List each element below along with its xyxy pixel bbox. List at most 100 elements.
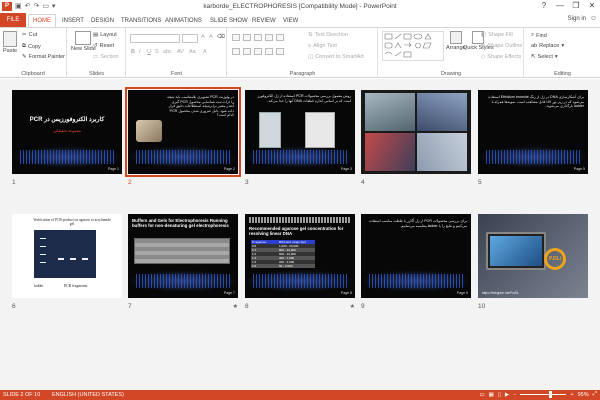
slide-number: 7 — [128, 303, 132, 310]
slide-thumbnail-8[interactable]: Recommended agarose gel concentration fo… — [245, 214, 355, 310]
tab-home[interactable]: HOME — [28, 14, 56, 27]
align-text-button[interactable]: ≡ Align Text — [308, 43, 337, 49]
ladder-label: ladder — [34, 284, 44, 288]
fit-slide-icon[interactable]: ⤢ — [593, 391, 597, 398]
reset-button[interactable]: ↺ Reset — [93, 43, 114, 49]
grow-font-button[interactable]: A — [201, 34, 205, 40]
sign-in-link[interactable]: Sign in — [568, 16, 586, 22]
change-case-button[interactable]: Aa — [189, 49, 196, 55]
slide-thumbnail-4[interactable]: 4 — [361, 90, 471, 186]
drawing-group-label: Drawing — [440, 71, 462, 77]
font-color-button[interactable]: A — [203, 49, 207, 55]
effects-icon: ◇ — [481, 54, 486, 60]
hand-pipette-image — [136, 120, 162, 142]
smiley-feedback-icon[interactable]: ☺ — [590, 15, 597, 22]
slide-thumbnail-5[interactable]: برای آشکارسازی DNA در ژل از رنگ Ethidium… — [478, 90, 588, 186]
strikethrough-button[interactable]: S — [155, 49, 159, 55]
slide-10-preview: P.DLi https://telegram.me/ProDL — [478, 214, 588, 298]
copy-button[interactable]: ⧉ Copy — [22, 43, 41, 50]
slide-thumbnail-7[interactable]: Buffers and Gels for Electrophoresis Run… — [128, 214, 238, 310]
new-slide-icon — [75, 31, 92, 45]
shape-outline-button[interactable]: ✎ Shape Outline — [481, 43, 522, 49]
clear-formatting-icon[interactable]: ⌫ — [217, 34, 225, 40]
bold-button[interactable]: B — [131, 49, 135, 55]
minimize-button[interactable]: — — [554, 1, 566, 10]
slide-1-preview: کاربرد الکتروفورزیس در PCR مجموعه تحقیقا… — [12, 90, 122, 174]
window-title: karborde_ELECTROPHORESIS [Compatibility … — [203, 3, 397, 10]
zoom-slider[interactable] — [520, 391, 567, 398]
zoom-level[interactable]: 95% — [578, 392, 589, 398]
slide-thumbnail-1[interactable]: کاربرد الکتروفورزیس در PCR مجموعه تحقیقا… — [12, 90, 122, 186]
alignment-buttons[interactable] — [232, 48, 285, 55]
underline-button[interactable]: U — [147, 49, 151, 55]
format-painter-button[interactable]: ✎ Format Painter — [22, 54, 65, 60]
shape-fill-button[interactable]: ◧ Shape Fill — [481, 32, 513, 38]
font-size-combo[interactable] — [182, 34, 198, 43]
layout-icon: ▤ — [93, 32, 99, 38]
font-group-label: Font — [170, 71, 182, 77]
slide-thumbnail-6[interactable]: Verification of PCR product on agarose o… — [12, 214, 122, 310]
replace-button[interactable]: ab Replace ▾ — [531, 43, 564, 49]
language-indicator[interactable]: ENGLISH (UNITED STATES) — [52, 392, 124, 398]
tab-transitions[interactable]: TRANSITIONS — [121, 15, 161, 27]
tab-slide-show[interactable]: SLIDE SHOW — [210, 15, 248, 27]
search-icon: ⌕ — [531, 32, 535, 38]
line-spacing-icon — [276, 34, 284, 41]
bullets-icon — [232, 34, 240, 41]
tab-review[interactable]: REVIEW — [252, 15, 276, 27]
character-spacing-button[interactable]: AV — [177, 49, 184, 55]
slide-page-label: Page 2 — [223, 167, 235, 171]
paragraph-group: ⇅ Text Direction ≡ Align Text ◫ Convert to … — [228, 28, 378, 78]
slide-1-title: کاربرد الکتروفورزیس در PCR — [29, 117, 105, 123]
help-button[interactable]: ? — [538, 1, 550, 10]
paragraph-list-buttons[interactable] — [232, 34, 285, 41]
shrink-font-button[interactable]: A — [209, 34, 213, 40]
slide-3-preview: روش معمول بررسی محصولات PCR استفاده از ژ… — [245, 90, 355, 174]
find-button[interactable]: ⌕ Find — [531, 32, 547, 39]
shape-effects-button[interactable]: ◇ Shape Effects — [481, 54, 521, 60]
gel-image — [34, 230, 96, 278]
tab-view[interactable]: VIEW — [283, 15, 298, 27]
close-button[interactable]: ✕ — [586, 1, 598, 10]
layout-button[interactable]: ▤ Layout — [93, 32, 117, 38]
section-icon: ▭ — [93, 54, 99, 60]
normal-view-icon[interactable]: ▭ — [479, 392, 484, 398]
reading-view-icon[interactable]: ▯ — [498, 392, 501, 398]
slide-thumbnail-2[interactable]: در ولوژنت PCR تصویری بلامتناسب باید نتیج… — [125, 87, 241, 186]
slide-thumbnail-10[interactable]: P.DLi https://telegram.me/ProDL 10 — [478, 214, 588, 310]
restore-button[interactable]: ❐ — [570, 1, 582, 10]
section-button[interactable]: ▭ Section — [93, 54, 119, 60]
reset-icon: ↺ — [93, 43, 98, 49]
text-direction-button[interactable]: ⇅ Text Direction — [308, 32, 348, 38]
tab-file[interactable]: FILE — [0, 13, 26, 27]
slide-number: 3 — [245, 179, 249, 186]
slide-number: 10 — [478, 303, 486, 310]
copy-icon: ⧉ — [22, 43, 26, 49]
slide-2-preview: در ولوژنت PCR تصویری بلامتناسب باید نتیج… — [125, 87, 241, 177]
tab-design[interactable]: DESIGN — [91, 15, 114, 27]
tab-animations[interactable]: ANIMATIONS — [165, 15, 202, 27]
font-name-combo[interactable] — [130, 34, 180, 43]
zoom-slider-knob[interactable] — [548, 391, 552, 398]
chevron-down-icon: ▾ — [554, 54, 558, 60]
table-row: 2.0 50 - 2,000 — [251, 264, 315, 268]
slide-8-title: Recommended agarose gel concentration fo… — [249, 226, 344, 237]
italic-button[interactable]: I — [139, 49, 141, 55]
slideshow-view-icon[interactable]: ▶ — [505, 392, 509, 398]
slide-thumbnail-9[interactable]: برای بررسی محصولات PCR از ژل آگارز با غل… — [361, 214, 471, 310]
zoom-in-icon[interactable]: + — [570, 392, 573, 398]
paste-button[interactable]: Paste — [3, 31, 17, 54]
tab-insert[interactable]: INSERT — [62, 15, 84, 27]
slide-thumbnail-3[interactable]: روش معمول بررسی محصولات PCR استفاده از ژ… — [245, 90, 355, 186]
slide-3-body: روش معمول بررسی محصولات PCR استفاده از ژ… — [257, 94, 351, 103]
slide-sorter-view-icon[interactable]: ▦ — [489, 392, 494, 398]
shadow-button[interactable]: abc — [163, 49, 172, 55]
slide-9-preview: برای بررسی محصولات PCR از ژل آگارز با غل… — [361, 214, 471, 298]
select-button[interactable]: ⇱ Select ▾ — [531, 54, 558, 60]
zoom-out-icon[interactable]: − — [513, 392, 516, 398]
window-controls: ? — ❐ ✕ — [538, 1, 598, 10]
paste-icon — [3, 31, 18, 47]
convert-to-smartart-button[interactable]: ◫ Convert to SmartArt — [308, 54, 364, 60]
cut-button[interactable]: ✂ Cut — [22, 32, 37, 38]
shapes-gallery[interactable] — [382, 31, 444, 61]
